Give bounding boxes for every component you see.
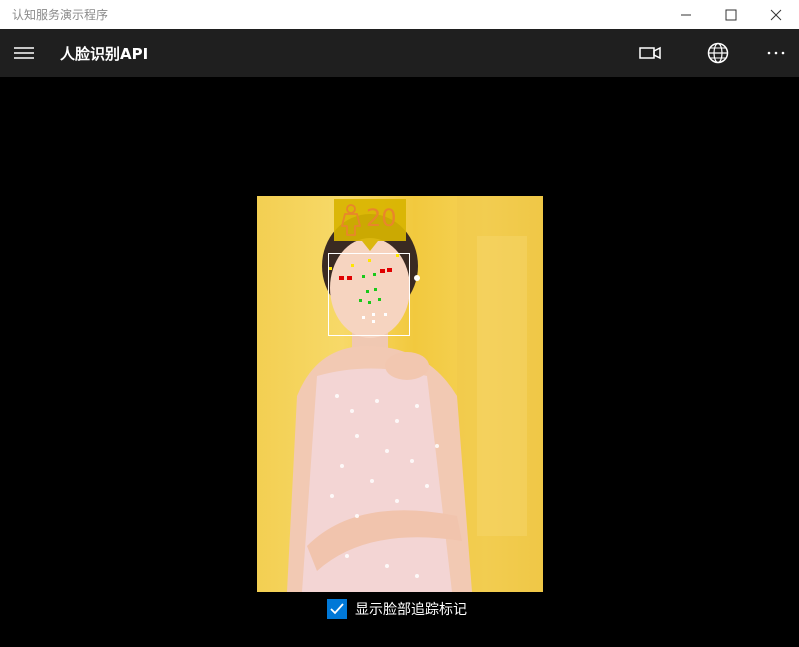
menu-button[interactable] [0,29,48,77]
landmark-point [366,290,369,293]
landmark-point [368,301,371,304]
hamburger-icon [14,47,34,59]
show-face-tracking-checkbox[interactable] [327,599,347,619]
landmark-point [362,316,365,319]
age-gender-tag: 20 [334,199,406,251]
landmark-point [384,313,387,316]
landmark-point [372,313,375,316]
globe-icon [707,42,729,64]
close-button[interactable] [753,0,799,29]
more-icon [767,51,785,55]
show-face-tracking-label: 显示脸部追踪标记 [355,602,467,618]
landmark-point [359,299,362,302]
show-face-tracking-option[interactable]: 显示脸部追踪标记 [327,598,467,620]
camera-button[interactable] [627,29,673,77]
landmark-point [362,275,365,278]
close-icon [770,9,782,20]
landmark-point [374,288,377,291]
landmark-point [396,254,399,257]
maximize-icon [725,9,737,20]
female-icon [341,204,361,236]
landmark-point [339,276,344,280]
landmark-point [329,267,332,270]
video-camera-icon [639,46,661,60]
landmark-point [378,298,381,301]
landmark-point [347,276,352,280]
maximize-button[interactable] [708,0,754,29]
landmark-point [368,259,371,262]
app-bar: 人脸识别API [0,29,799,77]
age-value: 20 [366,204,397,232]
landmark-point [373,273,376,276]
minimize-icon [681,14,691,15]
landmark-point [380,269,385,273]
minimize-button[interactable] [663,0,709,29]
page-title: 人脸识别API [60,45,149,63]
landmark-point [372,320,375,323]
landmark-point [387,268,392,272]
language-button[interactable] [695,29,741,77]
window-titlebar: 认知服务演示程序 [0,0,799,29]
window-title: 认知服务演示程序 [12,8,109,22]
landmark-point [351,264,354,267]
face-detection-box [328,253,410,336]
more-button[interactable] [753,29,799,77]
checkmark-icon [330,603,344,615]
